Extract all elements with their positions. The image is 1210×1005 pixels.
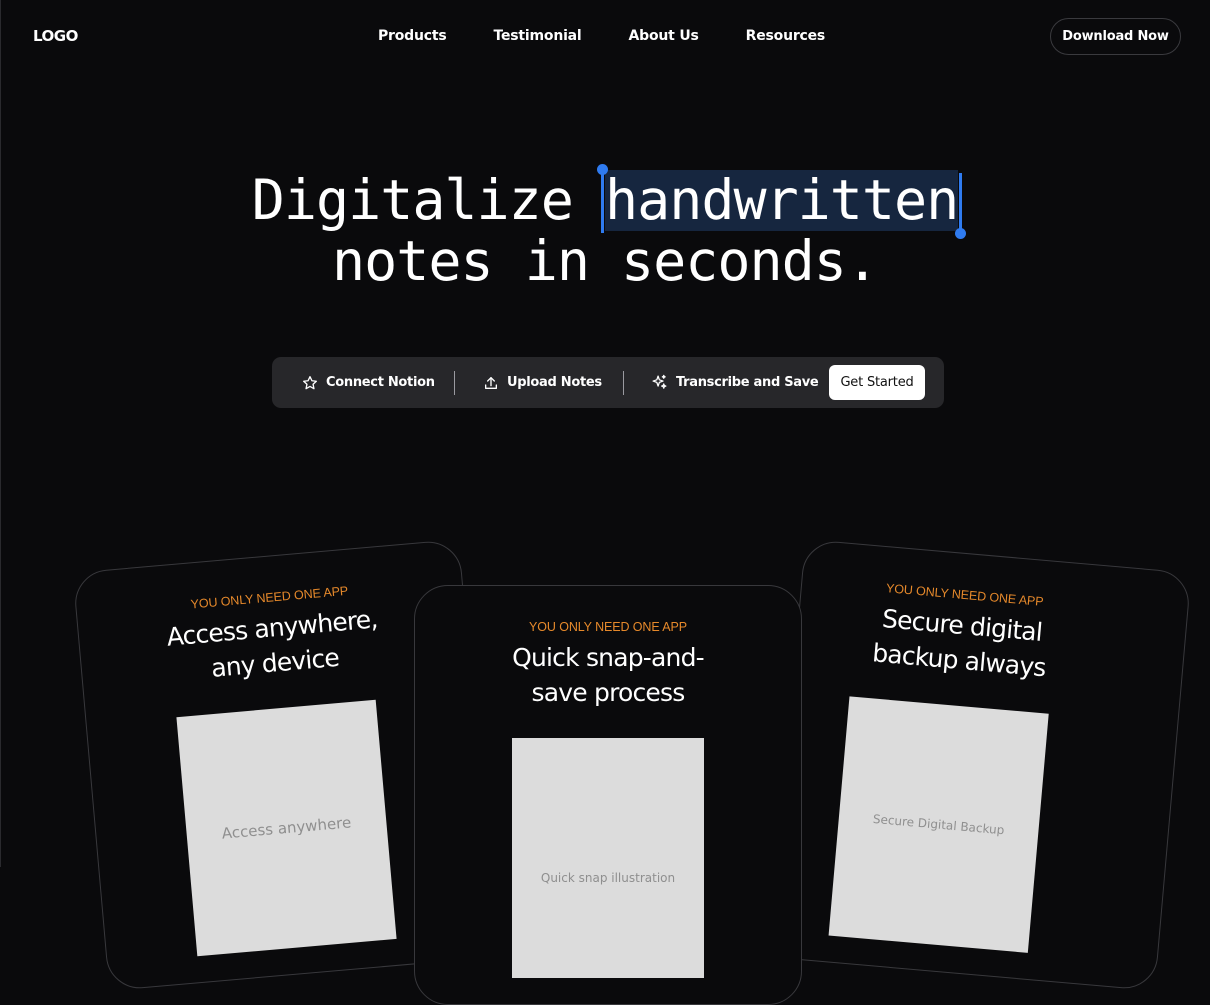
get-started-button[interactable]: Get Started [829, 365, 925, 400]
card-eyebrow: YOU ONLY NEED ONE APP [529, 620, 687, 634]
upload-icon [485, 376, 497, 389]
card-illustration: Quick snap illustration [512, 738, 704, 978]
nav-products[interactable]: Products [378, 28, 447, 44]
selection-caret-end [959, 173, 963, 233]
upload-notes-button[interactable]: Upload Notes [483, 357, 602, 408]
card-title-line2: any device [210, 642, 341, 683]
card-illustration: Secure Digital Backup [828, 696, 1049, 953]
hero-text-line2: notes in seconds. [332, 229, 879, 293]
frame-border [0, 0, 1, 867]
upload-notes-label: Upload Notes [507, 375, 602, 390]
connect-notion-button[interactable]: Connect Notion [302, 357, 435, 408]
card-title-line2: save process [531, 678, 686, 707]
card-title-line1: Quick snap-and- [512, 643, 705, 672]
feature-card-snap: YOU ONLY NEED ONE APP Quick snap-and- sa… [414, 585, 802, 1005]
nav-testimonial[interactable]: Testimonial [494, 28, 582, 44]
hero-highlight[interactable]: handwritten [597, 164, 967, 239]
selection-handle-end[interactable] [955, 228, 967, 239]
nav-about-us[interactable]: About Us [629, 28, 699, 44]
logo[interactable]: LOGO [33, 27, 78, 45]
hero-heading: Digitalize handwritten notes in seconds. [0, 164, 1210, 293]
feature-card-backup: YOU ONLY NEED ONE APP Secure digital bac… [768, 538, 1192, 992]
main-nav: Products Testimonial About Us Resources [378, 28, 872, 44]
nav-resources[interactable]: Resources [746, 28, 826, 44]
card-illustration: Access anywhere [176, 699, 397, 957]
card-title: Quick snap-and- save process [415, 640, 801, 710]
card-title-line1: Access anywhere, [165, 604, 379, 652]
action-bar: Connect Notion Upload Notes Transcribe a… [272, 357, 944, 408]
sparkles-icon [652, 374, 667, 389]
divider [623, 371, 624, 395]
hero-highlight-text: handwritten [605, 168, 959, 232]
download-now-button[interactable]: Download Now [1050, 18, 1181, 55]
divider [454, 371, 455, 395]
transcribe-and-save-button[interactable]: Transcribe and Save [651, 357, 819, 408]
connect-notion-label: Connect Notion [326, 375, 435, 390]
selection-caret-start [601, 173, 604, 233]
transcribe-and-save-label: Transcribe and Save [676, 375, 819, 390]
selection-handle-start[interactable] [597, 164, 608, 175]
hero-text-before: Digitalize [251, 168, 605, 232]
star-icon [303, 375, 317, 389]
